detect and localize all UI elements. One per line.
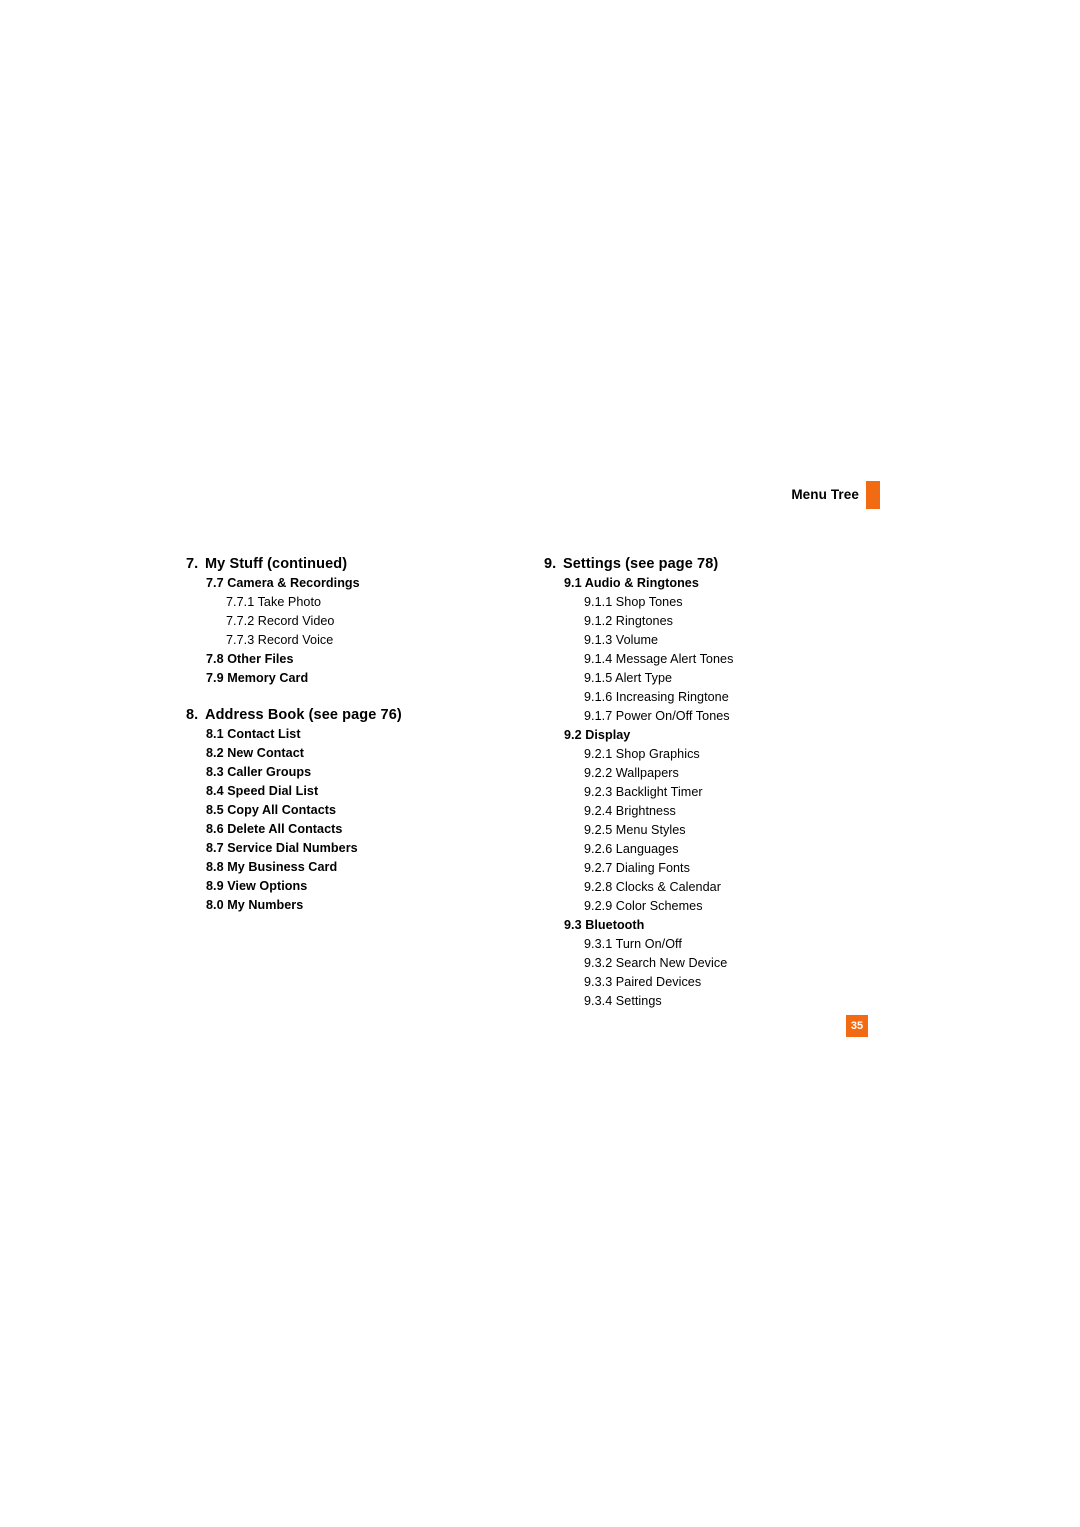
running-header: Menu Tree	[600, 478, 880, 512]
menu-item-level2: 8.3 Caller Groups	[206, 765, 312, 779]
menu-item-level2: 8.7 Service Dial Numbers	[206, 841, 358, 855]
header-accent-bar-icon	[866, 481, 880, 509]
menu-section-number: 7.	[186, 556, 199, 572]
menu-item-level3: 9.3.3 Paired Devices	[584, 975, 702, 989]
menu-tree-column-right: 9. Settings (see page 78) 9.1 Audio & Ring…	[544, 554, 904, 1011]
menu-item-level2: 9.1 Audio & Ringtones	[564, 576, 699, 590]
menu-item-level2: 9.3 Bluetooth	[564, 918, 645, 932]
menu-item-level3: 9.2.8 Clocks & Calendar	[584, 880, 721, 894]
menu-item-level2: 8.2 New Contact	[206, 746, 305, 760]
menu-item-level2: 8.5 Copy All Contacts	[206, 803, 337, 817]
menu-item-level3: 9.3.1 Turn On/Off	[584, 937, 682, 951]
running-header-title: Menu Tree	[791, 487, 859, 503]
menu-section-number: 9.	[544, 556, 557, 572]
menu-item-level2: 8.6 Delete All Contacts	[206, 822, 343, 836]
menu-item-level3: 9.3.4 Settings	[584, 994, 662, 1008]
menu-section-title: Address Book (see page 76)	[205, 707, 402, 723]
menu-item-level3: 9.2.7 Dialing Fonts	[584, 861, 690, 875]
menu-item-level3: 9.1.5 Alert Type	[584, 671, 673, 685]
menu-item-level2: 9.2 Display	[564, 728, 631, 742]
menu-item-level3: 9.3.2 Search New Device	[584, 956, 728, 970]
menu-section-number: 8.	[186, 707, 199, 723]
page-number-badge: 35	[846, 1015, 868, 1037]
menu-item-level3: 9.2.5 Menu Styles	[584, 823, 686, 837]
menu-item-level2: 7.7 Camera & Recordings	[206, 576, 360, 590]
menu-item-level2: 8.0 My Numbers	[206, 898, 304, 912]
menu-item-level3: 9.1.1 Shop Tones	[584, 595, 683, 609]
menu-item-level3: 9.2.2 Wallpapers	[584, 766, 679, 780]
menu-item-level2: 8.1 Contact List	[206, 727, 301, 741]
menu-item-level3: 9.2.4 Brightness	[584, 804, 676, 818]
menu-item-level3: 7.7.1 Take Photo	[226, 595, 322, 609]
menu-section-title: My Stuff (continued)	[205, 556, 348, 572]
manual-page: Menu Tree 7. My Stuff (continued) 7.7 Came…	[0, 0, 1080, 1527]
menu-item-level3: 7.7.3 Record Voice	[226, 633, 334, 647]
menu-section-heading: 9. Settings (see page 78)	[544, 554, 904, 574]
menu-section-title: Settings (see page 78)	[563, 556, 719, 572]
menu-section-heading: 7. My Stuff (continued)	[186, 554, 516, 574]
menu-item-level3: 9.1.3 Volume	[584, 633, 659, 647]
menu-item-level3: 9.2.9 Color Schemes	[584, 899, 703, 913]
menu-item-level2: 8.9 View Options	[206, 879, 308, 893]
menu-section: 8. Address Book (see page 76) 8.1 Contact …	[186, 705, 516, 915]
menu-item-level2: 8.8 My Business Card	[206, 860, 338, 874]
menu-item-level3: 7.7.2 Record Video	[226, 614, 335, 628]
menu-item-level3: 9.1.7 Power On/Off Tones	[584, 709, 730, 723]
menu-section: 7. My Stuff (continued) 7.7 Camera & Recor…	[186, 554, 516, 688]
menu-item-level2: 7.8 Other Files	[206, 652, 294, 666]
menu-item-level3: 9.2.3 Backlight Timer	[584, 785, 703, 799]
menu-item-level2: 8.4 Speed Dial List	[206, 784, 319, 798]
menu-item-level3: 9.2.6 Languages	[584, 842, 679, 856]
menu-item-level3: 9.2.1 Shop Graphics	[584, 747, 700, 761]
menu-section: 9. Settings (see page 78) 9.1 Audio & Ring…	[544, 554, 904, 1011]
menu-item-level3: 9.1.6 Increasing Ringtone	[584, 690, 729, 704]
menu-item-level3: 9.1.2 Ringtones	[584, 614, 673, 628]
menu-item-level3: 9.1.4 Message Alert Tones	[584, 652, 734, 666]
menu-tree-column-left: 7. My Stuff (continued) 7.7 Camera & Recor…	[186, 554, 516, 915]
menu-item-level2: 7.9 Memory Card	[206, 671, 309, 685]
menu-section-heading: 8. Address Book (see page 76)	[186, 705, 516, 725]
